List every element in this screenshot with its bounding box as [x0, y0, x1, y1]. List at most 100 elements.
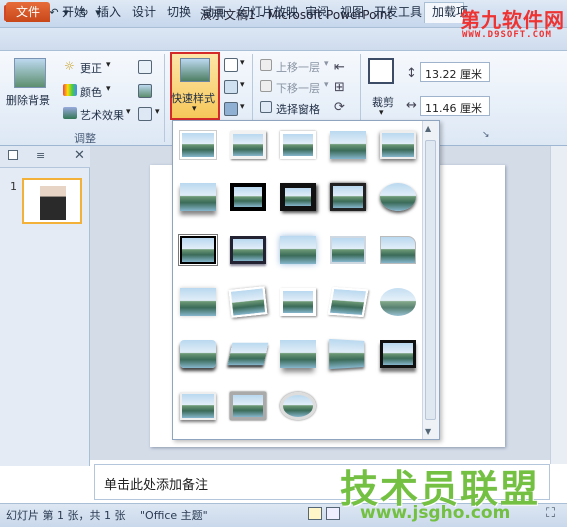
crop-icon[interactable]	[368, 58, 394, 84]
picture-style-option[interactable]	[327, 286, 369, 318]
picture-style-option[interactable]	[230, 392, 266, 420]
selection-pane-button[interactable]: 选择窗格	[276, 101, 320, 117]
style-preview-image	[280, 236, 316, 264]
scroll-down-icon[interactable]: ▼	[425, 427, 431, 436]
tab-insert[interactable]: 插入	[97, 3, 121, 22]
style-preview-image	[330, 236, 366, 264]
remove-background-icon[interactable]	[14, 58, 46, 88]
picture-style-option[interactable]	[228, 286, 268, 318]
picture-style-option[interactable]	[230, 183, 266, 211]
picture-border-icon[interactable]	[224, 58, 238, 72]
notes-placeholder: 单击此处添加备注	[104, 478, 209, 493]
picture-style-option[interactable]	[280, 340, 316, 368]
slides-tab-icon[interactable]	[8, 150, 18, 160]
remove-background-button[interactable]: 删除背景	[6, 92, 50, 108]
slide-sorter-icon[interactable]	[326, 507, 340, 520]
picture-style-option[interactable]	[329, 338, 366, 370]
picture-style-option[interactable]	[330, 236, 366, 264]
tab-design[interactable]: 设计	[132, 3, 156, 22]
picture-style-option[interactable]	[330, 183, 366, 211]
corrections-button[interactable]: 更正	[80, 60, 102, 76]
tab-review[interactable]: 审阅	[305, 3, 329, 22]
compress-pictures-icon[interactable]	[138, 60, 152, 74]
height-input[interactable]: 13.22 厘米	[420, 62, 490, 82]
style-preview-image	[280, 288, 316, 316]
chevron-down-icon[interactable]: ▾	[324, 59, 329, 69]
tab-slideshow[interactable]: 幻灯片放映	[238, 3, 298, 22]
picture-effects-icon[interactable]	[224, 80, 238, 94]
chevron-down-icon[interactable]: ▾	[379, 108, 384, 118]
style-preview-image	[280, 392, 316, 420]
chevron-down-icon[interactable]: ▾	[106, 84, 111, 94]
chevron-down-icon[interactable]: ▾	[155, 107, 160, 117]
reset-picture-icon[interactable]	[138, 107, 152, 121]
height-icon: ↕	[406, 66, 417, 81]
tab-file[interactable]: 文件	[6, 2, 50, 22]
slide-thumbnail[interactable]	[22, 178, 82, 224]
picture-style-option[interactable]	[180, 392, 216, 420]
change-picture-icon[interactable]	[138, 84, 152, 98]
fit-to-window-icon[interactable]: ⛶	[546, 506, 555, 521]
group-icon[interactable]: ⊞	[334, 80, 345, 95]
chevron-down-icon[interactable]: ▾	[240, 80, 245, 90]
picture-style-option[interactable]	[180, 183, 216, 211]
style-preview-image	[380, 131, 416, 159]
artistic-effects-button[interactable]: 艺术效果	[80, 107, 124, 123]
tab-home[interactable]: 开始	[62, 3, 86, 22]
picture-style-option[interactable]	[180, 131, 216, 159]
picture-style-option[interactable]	[280, 236, 316, 264]
send-backward-icon	[260, 80, 272, 92]
tab-view[interactable]: 视图	[340, 3, 364, 22]
picture-style-option[interactable]	[280, 392, 316, 420]
style-preview-image	[180, 392, 216, 420]
bring-forward-icon	[260, 59, 272, 71]
chevron-down-icon[interactable]: ▾	[240, 102, 245, 112]
style-preview-image	[230, 183, 266, 211]
picture-style-option[interactable]	[380, 340, 416, 368]
chevron-down-icon[interactable]: ▾	[106, 60, 111, 70]
chevron-down-icon[interactable]: ▾	[324, 80, 329, 90]
color-button[interactable]: 颜色	[80, 84, 102, 100]
tab-transitions[interactable]: 切换	[167, 3, 191, 22]
style-preview-image	[327, 286, 369, 318]
normal-view-icon[interactable]	[308, 507, 322, 520]
close-icon[interactable]: ✕	[74, 148, 85, 163]
slide-number: 1	[10, 180, 17, 193]
picture-style-option[interactable]	[380, 183, 416, 211]
scroll-up-icon[interactable]: ▲	[425, 124, 431, 133]
picture-style-option[interactable]	[180, 288, 216, 316]
picture-style-option[interactable]	[180, 340, 216, 368]
chevron-down-icon[interactable]: ▾	[240, 58, 245, 68]
rotate-icon[interactable]: ⟳	[334, 100, 345, 115]
dialog-launcher-icon[interactable]: ↘	[482, 130, 490, 140]
picture-layout-icon[interactable]	[224, 102, 238, 116]
picture-style-option[interactable]	[230, 131, 266, 159]
vertical-scrollbar[interactable]	[550, 146, 567, 464]
picture-style-option[interactable]	[280, 131, 316, 159]
picture-style-option[interactable]	[230, 236, 266, 264]
picture-style-option[interactable]	[380, 288, 416, 316]
style-preview-image	[227, 342, 269, 366]
bring-forward-button[interactable]: 上移一层	[276, 59, 320, 75]
chevron-down-icon[interactable]: ▾	[126, 107, 131, 117]
picture-style-option[interactable]	[227, 340, 269, 368]
width-input[interactable]: 11.46 厘米	[420, 96, 490, 116]
gallery-scroll-thumb[interactable]	[425, 140, 436, 420]
style-preview-image	[380, 236, 416, 264]
style-preview-image	[180, 288, 216, 316]
picture-style-option[interactable]	[330, 131, 366, 159]
tab-animations[interactable]: 动画	[202, 3, 226, 22]
send-backward-button[interactable]: 下移一层	[276, 80, 320, 96]
chevron-down-icon: ▾	[192, 104, 197, 114]
picture-style-option[interactable]	[280, 288, 316, 316]
picture-style-option[interactable]	[380, 131, 416, 159]
picture-style-option[interactable]	[178, 234, 218, 266]
watermark-top-url: WWW.D9SOFT.COM	[462, 30, 552, 40]
picture-style-option[interactable]	[380, 236, 416, 264]
tab-developer[interactable]: 开发工具	[374, 3, 422, 22]
outline-tab-icon[interactable]: ≡	[36, 149, 45, 162]
artistic-effects-icon	[63, 107, 77, 119]
picture-style-option[interactable]	[280, 183, 316, 211]
style-preview-image	[380, 288, 416, 316]
align-icon[interactable]: ⇤	[334, 60, 345, 75]
